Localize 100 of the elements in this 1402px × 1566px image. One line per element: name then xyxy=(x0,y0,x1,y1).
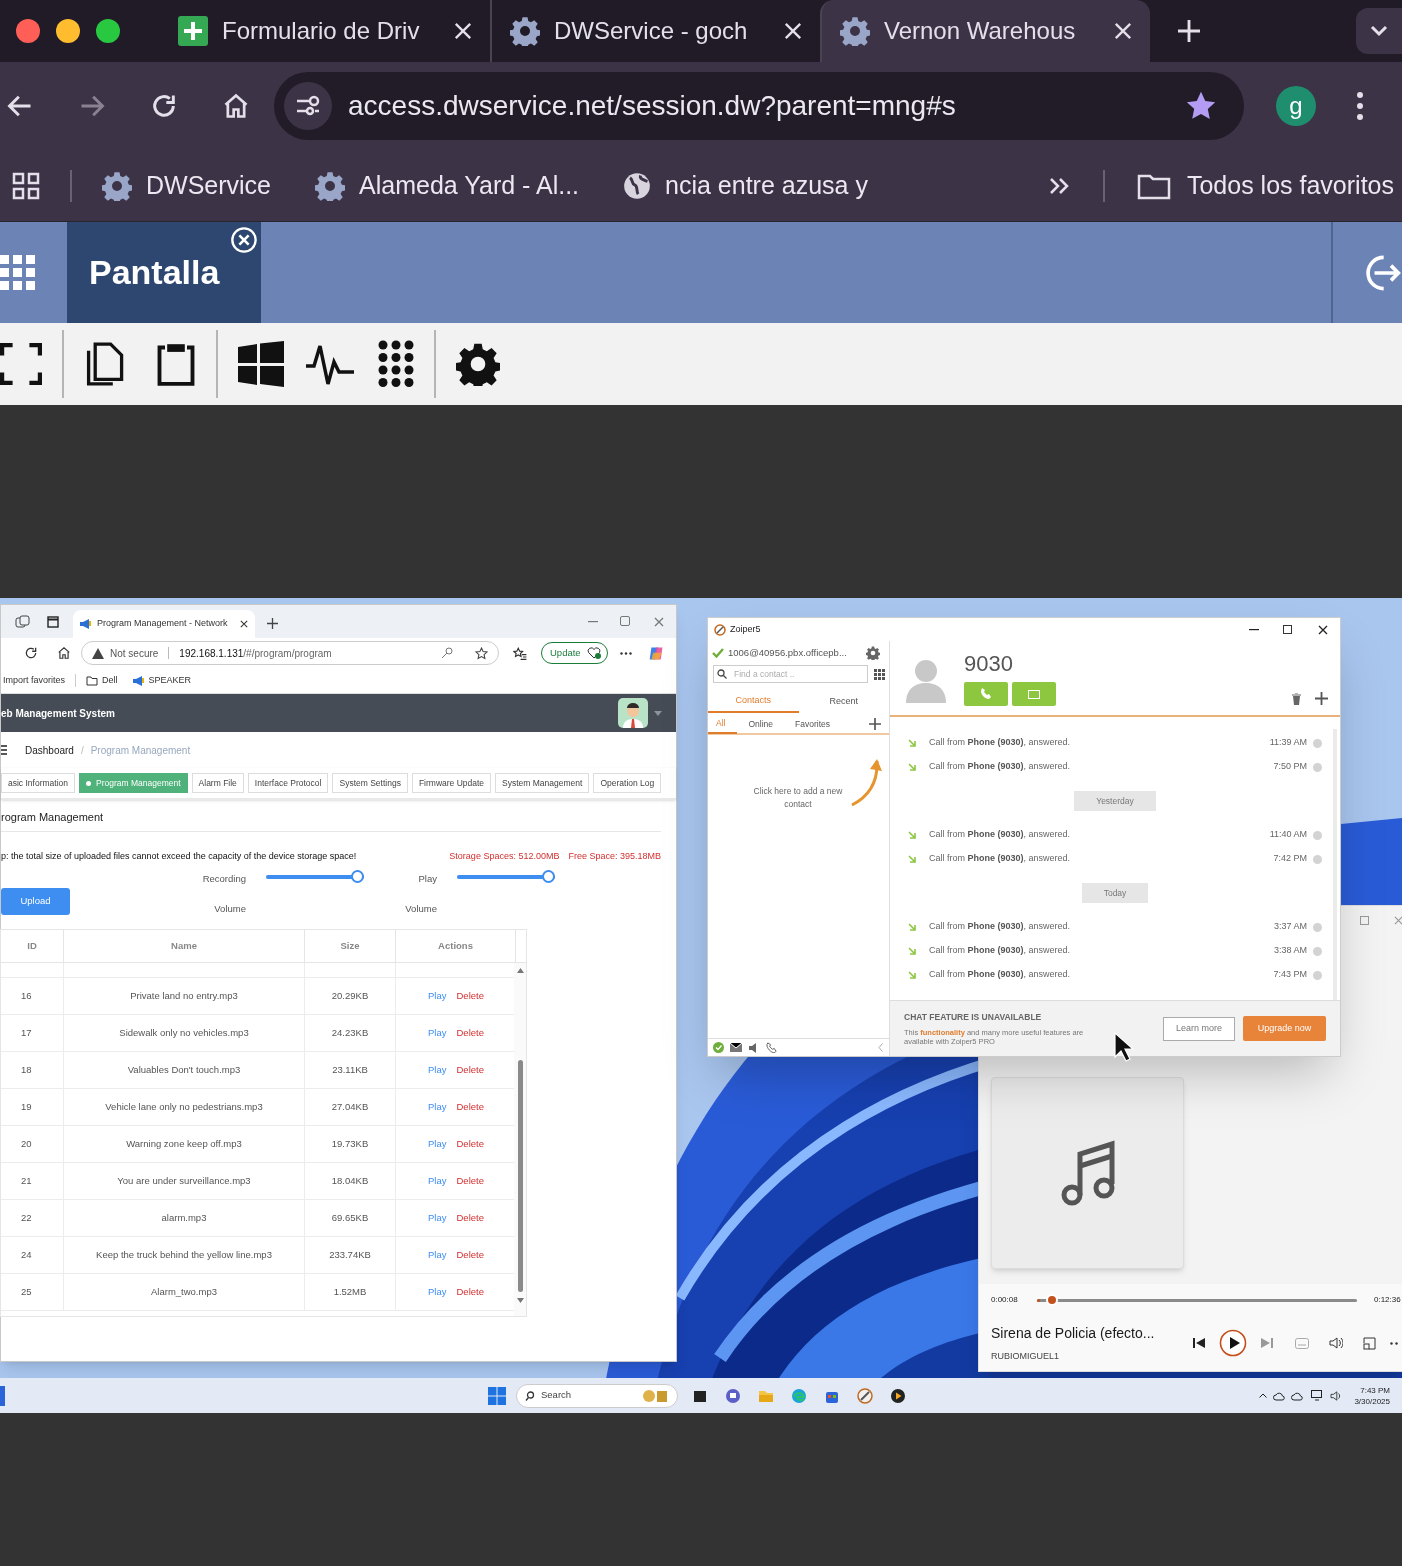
volume-icon[interactable] xyxy=(1330,1390,1343,1401)
apps-menu-icon[interactable] xyxy=(0,254,36,291)
minimize-window-button[interactable] xyxy=(56,19,80,43)
previous-icon[interactable] xyxy=(1193,1337,1205,1350)
volume-icon[interactable] xyxy=(1329,1337,1343,1350)
close-window-button[interactable] xyxy=(16,19,40,43)
nav-tab[interactable]: System Management xyxy=(495,773,590,793)
browser-tab[interactable]: Vernon Warehous xyxy=(820,0,1150,62)
delete-link[interactable]: Delete xyxy=(456,1099,484,1115)
close-tab-icon[interactable] xyxy=(240,620,248,628)
trash-icon[interactable] xyxy=(1292,693,1301,705)
favorites-bar-item[interactable]: Import favorites xyxy=(3,673,77,688)
cloud-icon[interactable] xyxy=(1273,1390,1286,1401)
softphone-icon[interactable] xyxy=(857,1387,873,1404)
mail-icon[interactable] xyxy=(730,1043,742,1052)
keypad-icon[interactable] xyxy=(378,340,414,388)
scroll-down-icon[interactable] xyxy=(516,1298,524,1303)
fullscreen-icon[interactable] xyxy=(0,343,42,385)
scroll-up-icon[interactable] xyxy=(516,968,524,973)
all-bookmarks-folder[interactable]: Todos los favoritos xyxy=(1136,166,1402,205)
play-link[interactable]: Play xyxy=(428,1099,447,1115)
nav-tab[interactable]: System Settings xyxy=(332,773,408,793)
filter-tab[interactable]: Favorites xyxy=(784,714,841,734)
favorites-icon[interactable] xyxy=(513,646,527,660)
scrollbar[interactable] xyxy=(514,963,526,1316)
windows-icon[interactable] xyxy=(238,341,284,387)
caret-icon[interactable] xyxy=(654,710,662,716)
network-icon[interactable] xyxy=(1311,1390,1325,1401)
progress-slider[interactable] xyxy=(1037,1294,1357,1306)
user-avatar[interactable] xyxy=(618,698,648,728)
settings-icon[interactable] xyxy=(456,342,500,386)
nav-tab[interactable]: Interface Protocol xyxy=(247,773,329,793)
chevrons-right-icon[interactable] xyxy=(1048,176,1069,195)
play-link[interactable]: Play xyxy=(428,1210,447,1226)
bookmark-item[interactable]: Alameda Yard - Al... xyxy=(315,166,580,205)
contacts-tab[interactable]: Recent xyxy=(798,691,889,713)
next-icon[interactable] xyxy=(1261,1337,1273,1350)
play-link[interactable]: Play xyxy=(428,988,447,1004)
more-menu-icon[interactable] xyxy=(620,651,632,655)
bookmark-item[interactable]: DWService xyxy=(102,166,271,205)
media-player-icon[interactable] xyxy=(890,1387,906,1404)
nav-tab[interactable]: Firmware Update xyxy=(411,773,492,793)
favorites-bar-item[interactable]: SPEAKER xyxy=(131,673,192,688)
delete-link[interactable]: Delete xyxy=(456,988,484,1004)
dialpad-icon[interactable] xyxy=(874,668,885,680)
play-link[interactable]: Play xyxy=(428,1247,447,1263)
profile-avatar[interactable]: g xyxy=(1276,86,1316,126)
nav-tab[interactable]: Alarm File xyxy=(191,773,244,793)
tab-search-button[interactable] xyxy=(1356,8,1402,54)
more-icon[interactable] xyxy=(1390,1341,1398,1345)
address-bar[interactable]: access.dwservice.net/session.dw?parent=mng#s xyxy=(274,72,1244,140)
add-icon[interactable] xyxy=(1315,692,1328,705)
volume-slider[interactable] xyxy=(266,870,364,883)
copy-icon[interactable] xyxy=(84,342,124,386)
breadcrumb-link[interactable]: Dashboard xyxy=(25,742,74,758)
play-link[interactable]: Play xyxy=(428,1062,447,1078)
play-link[interactable]: Play xyxy=(428,1284,447,1300)
play-link[interactable]: Play xyxy=(428,1173,447,1189)
browser-tab[interactable]: Formulario de Driv xyxy=(160,0,490,62)
activity-icon[interactable] xyxy=(306,342,354,386)
chat-icon[interactable] xyxy=(725,1387,741,1404)
close-icon[interactable] xyxy=(1318,624,1328,635)
favorite-star-icon[interactable] xyxy=(475,646,488,660)
delete-link[interactable]: Delete xyxy=(456,1062,484,1078)
show-hidden-icons[interactable] xyxy=(1259,1393,1268,1398)
nav-tab[interactable]: asic Information xyxy=(1,773,75,793)
clipboard-icon[interactable] xyxy=(156,342,196,386)
cloud-icon[interactable] xyxy=(1291,1390,1304,1401)
more-menu-icon[interactable] xyxy=(1356,91,1364,121)
key-icon[interactable] xyxy=(441,647,453,659)
play-link[interactable]: Play xyxy=(428,1136,447,1152)
taskbar-search[interactable]: Search xyxy=(516,1383,678,1408)
tab-actions-icon[interactable] xyxy=(47,616,59,628)
delete-link[interactable]: Delete xyxy=(456,1136,484,1152)
delete-link[interactable]: Delete xyxy=(456,1025,484,1041)
browser-tab[interactable]: Program Management - Network xyxy=(73,610,255,638)
volume-slider[interactable] xyxy=(457,870,555,883)
minimize-icon[interactable] xyxy=(1249,628,1259,631)
delete-link[interactable]: Delete xyxy=(456,1173,484,1189)
menu-icon[interactable] xyxy=(1,745,7,755)
status-icon[interactable] xyxy=(713,1042,724,1053)
delete-link[interactable]: Delete xyxy=(456,1284,484,1300)
filter-tab[interactable]: Online xyxy=(737,714,785,734)
favorites-bar-item[interactable]: Dell xyxy=(86,673,118,688)
reload-icon[interactable] xyxy=(150,92,178,120)
home-icon[interactable] xyxy=(222,92,250,120)
home-icon[interactable] xyxy=(57,646,71,660)
start-icon[interactable] xyxy=(488,1386,506,1405)
nav-tab[interactable]: Operation Log xyxy=(593,773,662,793)
delete-link[interactable]: Delete xyxy=(456,1247,484,1263)
play-link[interactable]: Play xyxy=(428,1025,447,1041)
reload-icon[interactable] xyxy=(24,646,38,660)
apps-grid-icon[interactable] xyxy=(12,171,40,200)
add-contact-icon[interactable] xyxy=(869,718,881,730)
zoom-window-button[interactable] xyxy=(96,19,120,43)
workspaces-icon[interactable] xyxy=(15,615,31,629)
learn-more-button[interactable]: Learn more xyxy=(1163,1016,1235,1041)
new-tab-icon[interactable] xyxy=(267,618,278,629)
search-field[interactable]: Find a contact .. xyxy=(713,665,868,683)
phone-icon[interactable] xyxy=(766,1042,777,1053)
